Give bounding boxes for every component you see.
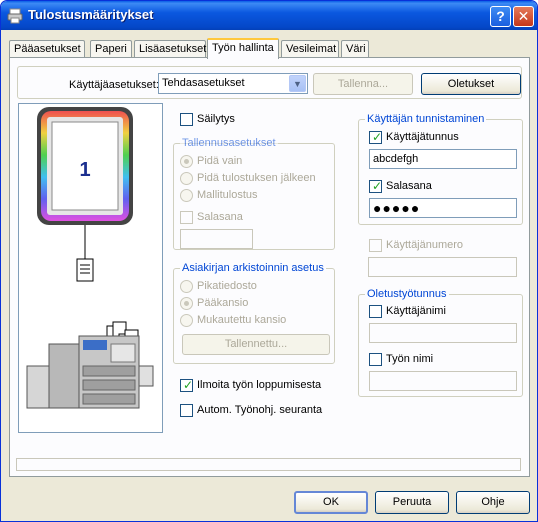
job-handling-panel: Käyttäjäasetukset: Tehdasasetukset ▼ Tal…: [9, 57, 530, 477]
keep-only-radio[interactable]: [180, 155, 193, 168]
save-settings-button[interactable]: Tallenna...: [313, 73, 413, 95]
save-password-label: Salasana: [197, 211, 243, 223]
custom-folder-label: Mukautettu kansio: [197, 314, 287, 326]
auto-job-control-checkbox[interactable]: [180, 404, 193, 417]
tab-job-handling[interactable]: Työn hallinta: [207, 38, 279, 59]
notify-job-end-checkbox[interactable]: ✓: [180, 378, 193, 392]
job-name-checkbox[interactable]: [369, 353, 382, 366]
cancel-button[interactable]: Peruuta: [375, 491, 449, 514]
user-name-field[interactable]: [369, 323, 517, 343]
user-name-checkbox[interactable]: [369, 305, 382, 318]
password-value: ●●●●●: [373, 200, 421, 216]
window-title: Tulostusmääritykset: [28, 7, 154, 22]
user-number-checkbox[interactable]: [369, 239, 382, 252]
save-settings-group: Tallennusasetukset Pidä vain Pidä tulost…: [173, 137, 335, 250]
custom-folder-radio[interactable]: [180, 314, 193, 327]
user-name-label: Käyttäjänimi: [386, 305, 446, 317]
username-label: Käyttäjätunnus: [386, 131, 459, 143]
user-auth-group: Käyttäjän tunnistaminen ✓ Käyttäjätunnus…: [358, 113, 523, 225]
main-folder-radio[interactable]: [180, 297, 193, 310]
help-button[interactable]: Ohje: [456, 491, 530, 514]
quick-file-radio[interactable]: [180, 280, 193, 293]
retention-label: Säilytys: [197, 113, 235, 125]
save-password-field[interactable]: [180, 229, 253, 249]
tab-watermarks[interactable]: Vesileimat: [281, 40, 339, 58]
title-bar[interactable]: Tulostusmääritykset ? ✕: [1, 1, 537, 30]
auto-job-control-label: Autom. Työnohj. seuranta: [197, 404, 323, 416]
password-label: Salasana: [386, 180, 432, 192]
status-bar: [16, 458, 521, 471]
printer-machine-icon: [26, 335, 154, 409]
print-preferences-window: Tulostusmääritykset ? ✕ Pääasetukset Pap…: [0, 0, 538, 522]
default-job-id-group: Oletustyötunnus Käyttäjänimi Työn nimi: [358, 288, 523, 397]
keep-only-label: Pidä vain: [197, 155, 243, 167]
username-checkbox[interactable]: ✓: [369, 130, 382, 144]
user-auth-title: Käyttäjän tunnistaminen: [365, 113, 487, 125]
password-field[interactable]: ●●●●●: [369, 198, 517, 218]
saved-button[interactable]: Tallennettu...: [182, 334, 330, 355]
quick-file-label: Pikatiedosto: [197, 280, 257, 292]
sample-print-label: Mallitulostus: [197, 189, 258, 201]
sample-print-radio[interactable]: [180, 189, 193, 202]
user-settings-dropdown[interactable]: Tehdasasetukset ▼: [158, 73, 308, 94]
job-name-label: Työn nimi: [386, 353, 434, 365]
user-number-field[interactable]: [368, 257, 517, 277]
printer-icon: [7, 8, 23, 24]
printer-preview-graphic: 1: [26, 107, 154, 409]
tab-main-settings[interactable]: Pääasetukset: [9, 40, 85, 58]
save-settings-title: Tallennusasetukset: [180, 137, 278, 149]
tab-advanced[interactable]: Lisäasetukset: [134, 40, 206, 58]
printer-preview: 1: [18, 103, 163, 433]
chevron-down-icon[interactable]: ▼: [289, 75, 306, 92]
password-checkbox[interactable]: ✓: [369, 179, 382, 193]
defaults-button[interactable]: Oletukset: [421, 73, 521, 95]
main-folder-label: Pääkansio: [197, 297, 249, 309]
ok-button[interactable]: OK: [294, 491, 368, 514]
retention-checkbox[interactable]: [180, 113, 193, 126]
job-name-field[interactable]: [369, 371, 517, 391]
user-settings-value: Tehdasasetukset: [162, 77, 245, 89]
archive-group: Asiakirjan arkistoinnin asetus Pikatiedo…: [173, 262, 335, 364]
tab-color[interactable]: Väri: [341, 40, 369, 58]
tab-paper[interactable]: Paperi: [90, 40, 132, 58]
save-password-checkbox[interactable]: [180, 211, 193, 224]
preview-page-number: 1: [79, 159, 90, 181]
user-number-label: Käyttäjänumero: [386, 239, 464, 251]
help-icon[interactable]: ?: [490, 6, 511, 27]
user-settings-label: Käyttäjäasetukset:: [69, 79, 159, 91]
username-value: abcdefgh: [373, 153, 419, 165]
keep-after-print-radio[interactable]: [180, 172, 193, 185]
notify-job-end-label: Ilmoita työn loppumisesta: [197, 379, 322, 391]
keep-after-print-label: Pidä tulostuksen jälkeen: [197, 172, 316, 184]
close-icon[interactable]: ✕: [513, 6, 534, 27]
username-field[interactable]: abcdefgh: [369, 149, 517, 169]
default-job-id-title: Oletustyötunnus: [365, 288, 449, 300]
archive-title: Asiakirjan arkistoinnin asetus: [180, 262, 326, 274]
